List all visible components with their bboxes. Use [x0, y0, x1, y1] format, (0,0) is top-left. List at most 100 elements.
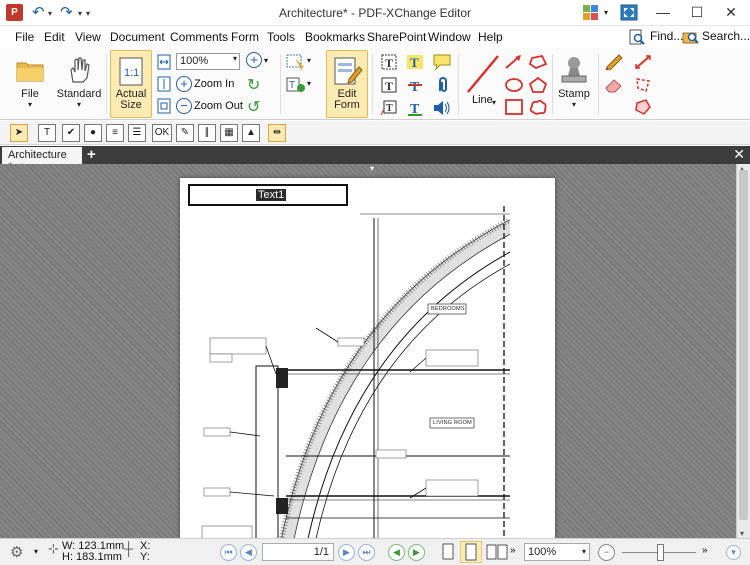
rotate-counterclockwise-icon[interactable]: ↺ — [247, 97, 260, 117]
highlight-text-icon[interactable]: T — [406, 53, 424, 71]
fit-visible-icon[interactable] — [156, 98, 172, 114]
barcode-tool-icon[interactable]: ∥ — [198, 124, 216, 142]
document-viewport[interactable]: ▾ BEDROOMS LIVING ROOM Text1 — [0, 164, 750, 538]
find-icon[interactable] — [628, 29, 646, 45]
collapse-panel-icon[interactable]: ▾ — [370, 164, 374, 173]
line-icon[interactable] — [466, 54, 500, 94]
actual-size-button[interactable]: 1:1 Actual Size — [110, 50, 152, 118]
zoom-slider-thumb[interactable] — [657, 544, 664, 561]
select-tool-icon[interactable]: ➤ — [10, 124, 28, 142]
settings-dropdown-icon[interactable]: ▾ — [34, 547, 38, 556]
file-button[interactable]: File ▾ — [8, 50, 52, 118]
menu-bookmarks[interactable]: Bookmarks — [305, 30, 365, 44]
attach-file-icon[interactable] — [432, 76, 452, 94]
more-view-options-icon[interactable]: » — [510, 545, 516, 556]
standard-button[interactable]: Standard ▾ — [56, 50, 102, 118]
perimeter-icon[interactable] — [634, 76, 652, 94]
vertical-scrollbar[interactable]: ▴ ▾ — [736, 164, 750, 538]
sound-icon[interactable] — [432, 99, 452, 117]
arrow-icon[interactable] — [504, 54, 524, 70]
text-box-icon[interactable]: T — [380, 76, 398, 94]
menu-form[interactable]: Form — [231, 30, 259, 44]
menu-sharepoint[interactable]: SharePoint — [367, 30, 426, 44]
next-page-button[interactable]: ▶ — [338, 544, 355, 561]
ui-options-dropdown-icon[interactable]: ▾ — [604, 8, 608, 17]
close-button[interactable]: ✕ — [716, 2, 746, 22]
cloud-icon[interactable] — [528, 98, 548, 116]
combo-box-tool-icon[interactable]: ☰ — [128, 124, 146, 142]
search-icon[interactable] — [682, 29, 700, 45]
facing-pages-view-icon[interactable] — [486, 543, 508, 561]
minimize-button[interactable]: — — [648, 2, 678, 22]
scrollbar-thumb[interactable] — [739, 170, 748, 520]
status-bar-menu-icon[interactable]: ▾ — [726, 545, 741, 560]
line-label[interactable]: Line — [472, 94, 493, 106]
zoom-in-button[interactable]: + Zoom In — [176, 76, 234, 92]
signature-field-tool-icon[interactable]: ✎ — [176, 124, 194, 142]
fit-page-icon[interactable] — [156, 76, 172, 92]
zoom-out-status-icon[interactable]: − — [598, 544, 615, 561]
rectangle-icon[interactable] — [504, 98, 524, 116]
zoom-in-small-button[interactable]: + ▾ — [246, 52, 268, 68]
zoom-level-select[interactable]: 100% ▾ — [176, 53, 240, 70]
date-field-tool-icon[interactable]: ▦ — [220, 124, 238, 142]
line-dropdown-icon[interactable]: ▾ — [492, 98, 496, 107]
fullscreen-icon[interactable] — [620, 4, 638, 21]
search-button[interactable]: Search... — [702, 29, 750, 43]
form-field-alignment-icon[interactable]: ⇹ — [268, 124, 286, 142]
back-view-button[interactable]: ◀ — [388, 544, 405, 561]
menu-file[interactable]: File — [15, 30, 34, 44]
page-number-input[interactable]: 1/1 — [262, 543, 334, 561]
document-tab[interactable]: Architecture *✕ — [2, 147, 82, 173]
last-page-button[interactable]: ⏭ — [358, 544, 375, 561]
form-fields-dropdown-icon[interactable]: ▾ — [307, 79, 311, 88]
previous-page-button[interactable]: ◀ — [240, 544, 257, 561]
single-page-view-icon[interactable] — [440, 543, 456, 561]
distance-icon[interactable] — [634, 54, 652, 70]
area-icon[interactable] — [634, 98, 652, 116]
oval-icon[interactable] — [504, 76, 524, 94]
button-tool-icon[interactable]: OK — [152, 124, 172, 142]
settings-gear-icon[interactable]: ⚙ — [10, 543, 23, 561]
underline-text-icon[interactable]: T — [406, 99, 424, 117]
rotate-clockwise-icon[interactable]: ↻ — [247, 75, 260, 95]
zoom-status-select[interactable]: 100% ▾ — [524, 543, 590, 561]
text-form-field[interactable]: Text1 — [188, 184, 348, 206]
maximize-button[interactable]: ☐ — [682, 2, 712, 22]
more-zoom-options-icon[interactable]: » — [702, 545, 708, 556]
fit-width-icon[interactable] — [156, 54, 172, 70]
zoom-out-button[interactable]: − Zoom Out — [176, 98, 243, 114]
continuous-view-icon[interactable] — [460, 541, 482, 563]
menu-comments[interactable]: Comments — [170, 30, 228, 44]
polygon-icon[interactable] — [528, 54, 548, 70]
menu-document[interactable]: Document — [110, 30, 165, 44]
form-fields-icon[interactable]: T — [286, 75, 306, 93]
stamp-button[interactable]: Stamp ▾ — [556, 50, 592, 118]
pencil-icon[interactable] — [604, 52, 624, 70]
menu-view[interactable]: View — [75, 30, 101, 44]
radio-button-tool-icon[interactable]: ● — [84, 124, 102, 142]
menu-edit[interactable]: Edit — [44, 30, 65, 44]
checkbox-tool-icon[interactable]: ✔ — [62, 124, 80, 142]
typewriter-icon[interactable]: T — [380, 53, 398, 71]
edit-form-button[interactable]: Edit Form — [326, 50, 368, 118]
forward-view-button[interactable]: ▶ — [408, 544, 425, 561]
close-all-tabs-icon[interactable]: ✕ — [733, 146, 745, 163]
ui-options-icon[interactable] — [582, 4, 600, 21]
new-tab-icon[interactable]: + — [87, 146, 96, 163]
callout-icon[interactable]: T — [380, 99, 398, 117]
strikeout-text-icon[interactable]: T — [406, 76, 424, 94]
eraser-icon[interactable] — [604, 76, 624, 94]
form-select-icon[interactable] — [286, 54, 306, 70]
image-tool-icon[interactable]: ▲ — [242, 124, 260, 142]
scroll-down-icon[interactable]: ▾ — [740, 529, 744, 538]
menu-window[interactable]: Window — [428, 30, 471, 44]
form-select-dropdown-icon[interactable]: ▾ — [307, 56, 311, 65]
menu-help[interactable]: Help — [478, 30, 503, 44]
first-page-button[interactable]: ⏮ — [220, 544, 237, 561]
menu-tools[interactable]: Tools — [267, 30, 295, 44]
text-field-tool-icon[interactable]: T — [38, 124, 56, 142]
sticky-note-icon[interactable] — [432, 53, 452, 71]
find-button[interactable]: Find... — [650, 29, 683, 43]
list-box-tool-icon[interactable]: ≡ — [106, 124, 124, 142]
